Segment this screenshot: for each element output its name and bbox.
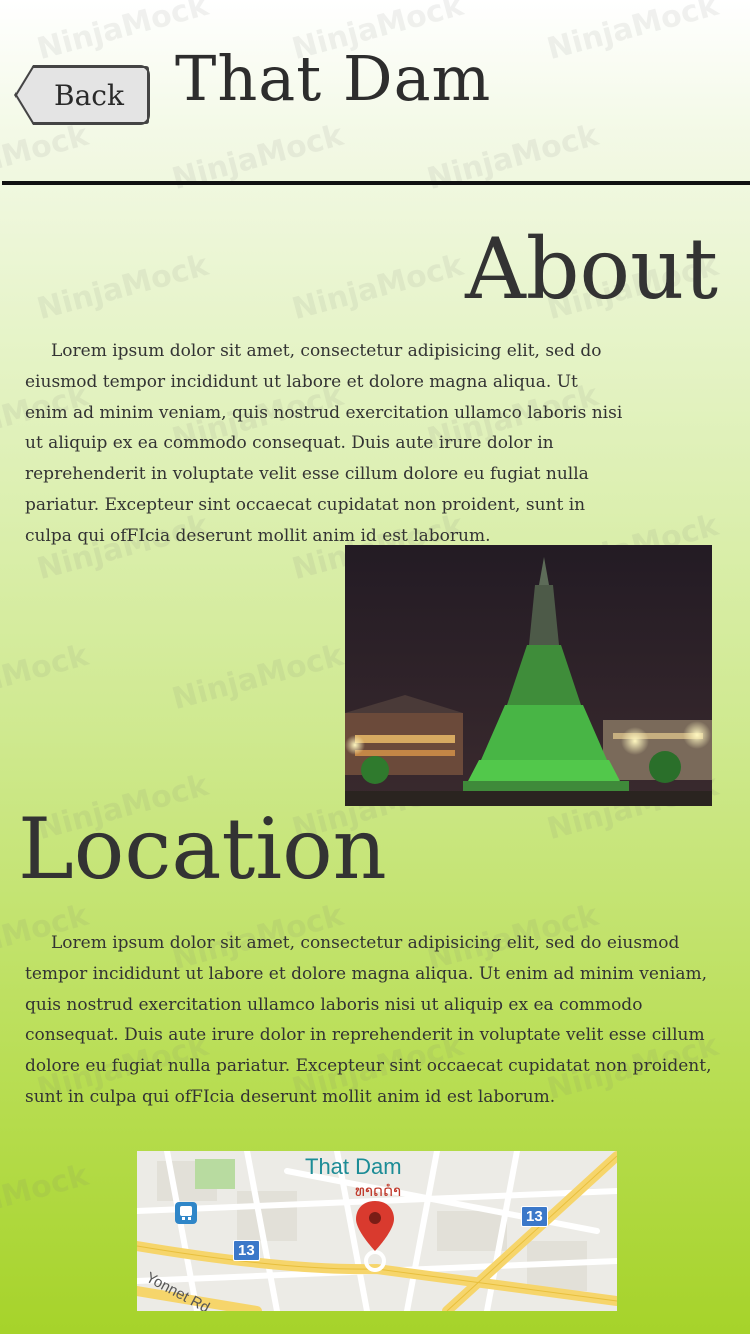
temple-photo: [345, 545, 712, 806]
map-place-name-local: ທາດດຳ: [355, 1182, 402, 1200]
location-map[interactable]: That Dam ທາດດຳ 13 13 Yonnet Rd: [137, 1151, 617, 1311]
location-text: Lorem ipsum dolor sit amet, consectetur …: [25, 933, 712, 1107]
watermark-text: NinjaMock: [0, 637, 93, 718]
watermark-text: NinjaMock: [33, 247, 213, 328]
watermark-text: NinjaMock: [423, 117, 603, 198]
about-text: Lorem ipsum dolor sit amet, consectetur …: [25, 341, 623, 546]
location-heading: Location: [18, 800, 387, 898]
watermark-text: NinjaMock: [0, 117, 93, 198]
temple-illustration: [345, 545, 712, 806]
watermark-text: NinjaMock: [168, 637, 348, 718]
back-button-label: Back: [54, 78, 124, 112]
road-badge-13-left: 13: [233, 1240, 260, 1261]
back-button[interactable]: Back: [14, 65, 150, 125]
watermark-text: NinjaMock: [543, 0, 723, 68]
bus-icon[interactable]: [175, 1202, 197, 1224]
map-place-name: That Dam: [305, 1154, 402, 1179]
watermark-text: NinjaMock: [288, 247, 468, 328]
watermark-text: NinjaMock: [0, 1157, 93, 1238]
watermark-text: NinjaMock: [168, 117, 348, 198]
page-title: That Dam: [175, 42, 492, 115]
header-divider: [2, 181, 750, 185]
road-badge-13-right: 13: [521, 1206, 548, 1227]
about-heading: About: [465, 220, 718, 318]
